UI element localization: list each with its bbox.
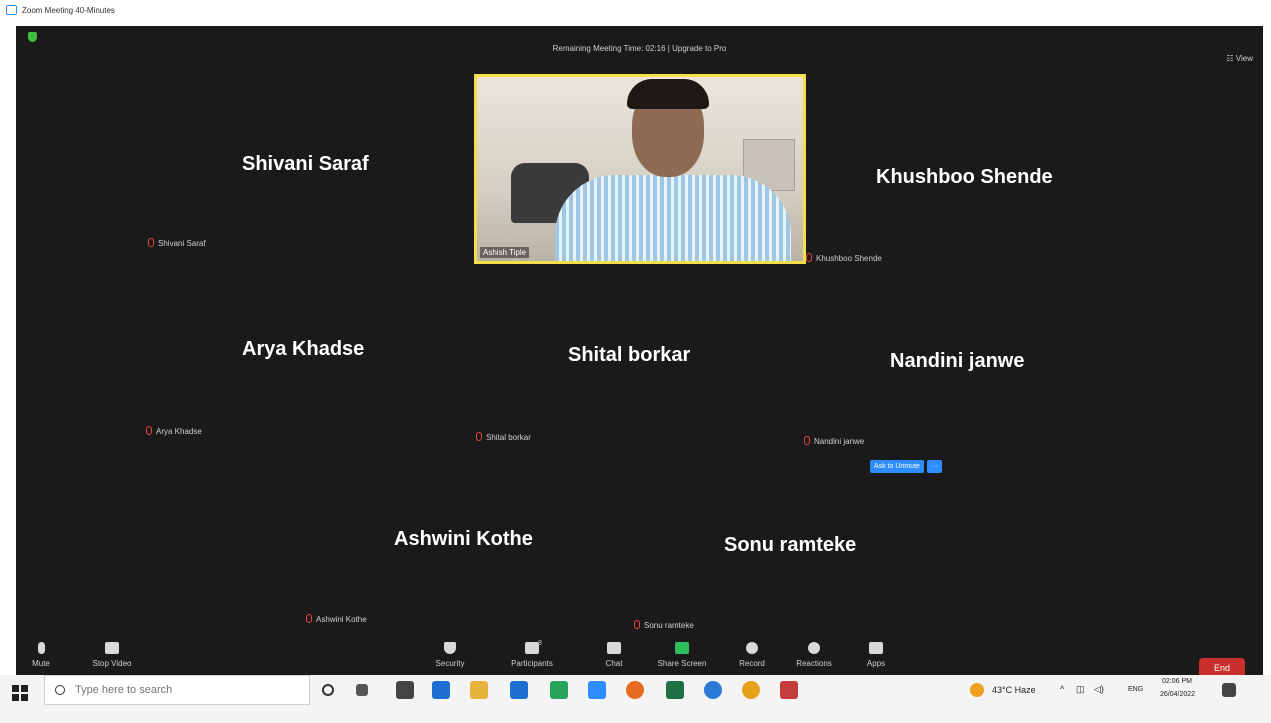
- chrome-icon[interactable]: [742, 681, 760, 699]
- participant-label: Sonu ramteke: [634, 620, 694, 630]
- participant-display-name: Sonu ramteke: [724, 534, 857, 556]
- tray-chevron-icon[interactable]: ^: [1060, 684, 1064, 694]
- video-participant-name: Ashish Tiple: [480, 247, 530, 258]
- participants-icon: [525, 642, 539, 654]
- participant-display-name: Arya Khadse: [242, 338, 365, 360]
- participants-label: Participants: [511, 659, 553, 668]
- volume-icon[interactable]: ◁): [1094, 684, 1104, 695]
- apps-label: Apps: [866, 659, 886, 668]
- chat-label: Chat: [605, 659, 623, 668]
- apps-icon: [869, 642, 883, 654]
- cortana-icon[interactable]: [322, 684, 334, 696]
- participant-label: Shivani Saraf: [148, 238, 206, 248]
- ask-to-unmute-button[interactable]: Ask to Unmute: [870, 460, 924, 473]
- mic-muted-icon: [306, 614, 312, 623]
- taskbar-search-input[interactable]: [75, 684, 295, 696]
- weather-sun-icon: [970, 683, 984, 697]
- network-icon[interactable]: ◫: [1076, 684, 1085, 695]
- security-button[interactable]: Security: [420, 642, 480, 668]
- apps-button[interactable]: Apps: [846, 642, 906, 668]
- mute-button[interactable]: Mute: [16, 642, 71, 668]
- participant-label: Shital borkar: [476, 432, 531, 442]
- mute-label: Mute: [32, 659, 50, 668]
- share-screen-icon: [675, 642, 689, 654]
- pdf-reader-icon[interactable]: [780, 681, 798, 699]
- chat-bubble-icon: [607, 642, 621, 654]
- record-icon: [746, 642, 758, 654]
- firefox-icon[interactable]: [626, 681, 644, 699]
- participant-display-name: Nandini janwe: [890, 350, 1025, 372]
- mic-muted-icon: [806, 253, 812, 262]
- search-icon: [55, 685, 65, 695]
- share-screen-button[interactable]: Share Screen: [652, 642, 712, 668]
- video-tile-active-speaker[interactable]: Ashish Tiple: [474, 74, 806, 264]
- start-button[interactable]: [12, 685, 28, 701]
- windows-logo-icon: [12, 685, 19, 692]
- task-view-icon[interactable]: [356, 684, 368, 696]
- meeting-gallery: Remaining Meeting Time: 02:16 | Upgrade …: [16, 26, 1263, 688]
- mail-icon[interactable]: [510, 681, 528, 699]
- participant-display-name: Ashwini Kothe: [394, 528, 533, 550]
- weather-text[interactable]: 43°C Haze: [992, 685, 1036, 695]
- clock-date[interactable]: 26/04/2022: [1160, 691, 1195, 698]
- zoom-taskbar-icon[interactable]: [588, 681, 606, 699]
- mic-muted-icon: [146, 426, 152, 435]
- taskbar-search-box[interactable]: [44, 675, 310, 705]
- view-button[interactable]: ☷ View: [1226, 54, 1253, 63]
- more-options-button[interactable]: ···: [926, 460, 942, 473]
- participant-label: Khushboo Shende: [806, 253, 882, 263]
- file-explorer-icon[interactable]: [470, 681, 488, 699]
- mic-muted-icon: [476, 432, 482, 441]
- window-titlebar: Zoom Meeting 40-Minutes: [0, 0, 1271, 24]
- chat-button[interactable]: Chat: [584, 642, 644, 668]
- clock-time[interactable]: 02:06 PM: [1162, 678, 1192, 685]
- excel-icon[interactable]: [666, 681, 684, 699]
- participants-count: 8: [538, 640, 542, 647]
- reactions-label: Reactions: [796, 659, 832, 668]
- mic-muted-icon: [148, 238, 154, 247]
- encryption-shield-icon[interactable]: [28, 32, 37, 42]
- participant-label: Nandini janwe: [804, 436, 864, 446]
- participant-label: Ashwini Kothe: [306, 614, 367, 624]
- participant-display-name: Shital borkar: [568, 344, 691, 366]
- windows-taskbar: 43°C Haze ^ ◫ ◁) ENG 02:06 PM 26/04/2022: [0, 675, 1271, 723]
- zoom-app-icon: [6, 5, 17, 15]
- notifications-icon[interactable]: [1222, 683, 1236, 697]
- participant-label: Arya Khadse: [146, 426, 202, 436]
- reactions-smiley-icon: [808, 642, 820, 654]
- edge-browser-icon[interactable]: [432, 681, 450, 699]
- mic-muted-icon: [804, 436, 810, 445]
- window-title: Zoom Meeting 40-Minutes: [22, 6, 115, 15]
- participants-button[interactable]: 8 Participants: [502, 640, 562, 668]
- share-screen-label: Share Screen: [657, 659, 707, 668]
- whatsapp-icon[interactable]: [550, 681, 568, 699]
- mic-muted-icon: [634, 620, 640, 629]
- microphone-icon: [37, 642, 45, 654]
- security-label: Security: [435, 659, 465, 668]
- record-label: Record: [739, 659, 765, 668]
- reactions-button[interactable]: Reactions: [784, 642, 844, 668]
- internet-explorer-icon[interactable]: [704, 681, 722, 699]
- stop-video-label: Stop Video: [92, 659, 132, 668]
- video-camera-icon: [105, 642, 119, 654]
- ask-to-unmute-group: Ask to Unmute ···: [870, 460, 942, 473]
- security-shield-icon: [444, 642, 456, 654]
- participant-display-name: Shivani Saraf: [242, 153, 369, 175]
- meeting-timer[interactable]: Remaining Meeting Time: 02:16 | Upgrade …: [16, 44, 1263, 53]
- video-person-body: [555, 175, 791, 261]
- store-icon[interactable]: [396, 681, 414, 699]
- language-indicator[interactable]: ENG: [1128, 686, 1143, 693]
- participant-display-name: Khushboo Shende: [876, 166, 1053, 188]
- stop-video-button[interactable]: Stop Video: [82, 642, 142, 668]
- video-person-hair: [627, 79, 709, 109]
- record-button[interactable]: Record: [722, 642, 782, 668]
